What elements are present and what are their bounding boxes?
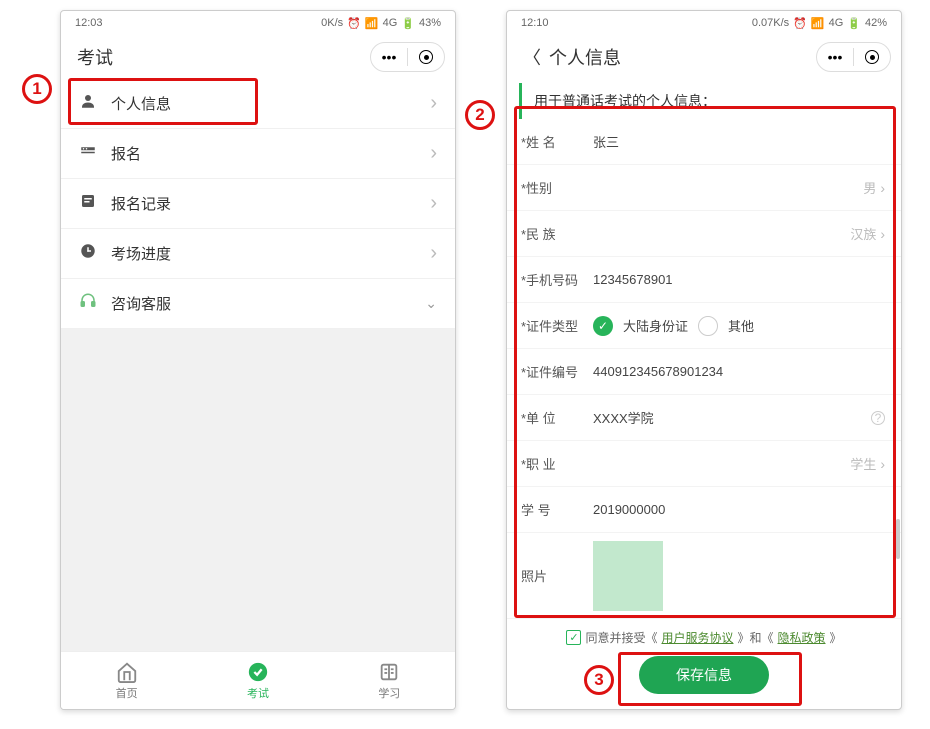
- nav-exam[interactable]: 考试: [192, 652, 323, 709]
- terms-link[interactable]: 用户服务协议: [661, 629, 733, 646]
- chevron-right-icon: ›: [430, 192, 437, 215]
- home-icon: [116, 661, 138, 683]
- chevron-right-icon: ›: [430, 92, 437, 115]
- form-subheader: 用于普通话考试的个人信息：: [519, 83, 889, 119]
- menu-item-signup[interactable]: 报名 ›: [61, 129, 455, 179]
- wifi-icon: 📶: [811, 17, 825, 30]
- field-idno[interactable]: *证件编号 440912345678901234: [507, 349, 901, 395]
- capsule-close[interactable]: [408, 50, 444, 64]
- capsule-close[interactable]: [854, 50, 890, 64]
- nav-study[interactable]: 学习: [324, 652, 455, 709]
- alarm-icon: ⏰: [793, 17, 807, 30]
- field-gender[interactable]: *性别 男 ›: [507, 165, 901, 211]
- back-icon[interactable]: 〈: [523, 44, 541, 70]
- battery-icon: 🔋: [401, 17, 415, 30]
- phone-icon: [79, 142, 101, 165]
- wechat-capsule[interactable]: •••: [370, 42, 445, 72]
- field-photo[interactable]: 照片: [507, 533, 901, 619]
- person-icon: [79, 92, 101, 115]
- phone-right: 12:10 0.07K/s ⏰ 📶 4G 🔋 42% 〈 个人信息 ••• 用于…: [506, 10, 902, 710]
- menu-item-records[interactable]: 报名记录 ›: [61, 179, 455, 229]
- menu-item-personal[interactable]: 个人信息 ›: [61, 79, 455, 129]
- info-form: *姓 名 张三 *性别 男 › *民 族 汉族 › *手机号码 12345678…: [507, 119, 901, 619]
- content-empty: [61, 329, 455, 651]
- photo-thumbnail[interactable]: [593, 541, 663, 611]
- target-icon: [419, 50, 433, 64]
- app-header: 〈 个人信息 •••: [507, 35, 901, 79]
- chevron-right-icon: ›: [430, 242, 437, 265]
- menu-item-support[interactable]: 咨询客服 ⌄: [61, 279, 455, 329]
- status-time: 12:10: [521, 17, 549, 29]
- page-title: 个人信息: [549, 44, 621, 70]
- status-time: 12:03: [75, 17, 103, 29]
- callout-3: 3: [584, 665, 614, 695]
- wechat-capsule[interactable]: •••: [816, 42, 891, 72]
- scroll-indicator[interactable]: [896, 519, 900, 559]
- clock-icon: [79, 242, 101, 265]
- privacy-link[interactable]: 隐私政策: [778, 629, 826, 646]
- app-header: 考试 •••: [61, 35, 455, 79]
- field-studentid[interactable]: 学 号 2019000000: [507, 487, 901, 533]
- nav-home[interactable]: 首页: [61, 652, 192, 709]
- help-icon[interactable]: ?: [871, 411, 885, 425]
- menu-list: 个人信息 › 报名 › 报名记录 › 考场进度 ›: [61, 79, 455, 329]
- field-idtype[interactable]: *证件类型 ✓ 大陆身份证 其他: [507, 303, 901, 349]
- agree-row: ✓ 同意并接受《用户服务协议》和《隐私政策》: [507, 619, 901, 652]
- phone-left: 12:03 0K/s ⏰ 📶 4G 🔋 43% 考试 ••• 个人信息 ›: [60, 10, 456, 710]
- field-org[interactable]: *单 位 XXXX学院 ?: [507, 395, 901, 441]
- book-icon: [378, 661, 400, 683]
- exam-icon: [247, 661, 269, 683]
- callout-1: 1: [22, 74, 52, 104]
- radio-idcard[interactable]: ✓: [593, 316, 613, 336]
- field-name[interactable]: *姓 名 张三: [507, 119, 901, 165]
- status-bar: 12:03 0K/s ⏰ 📶 4G 🔋 43%: [61, 11, 455, 35]
- status-right: 0.07K/s ⏰ 📶 4G 🔋 42%: [752, 17, 887, 30]
- field-phone[interactable]: *手机号码 12345678901: [507, 257, 901, 303]
- bottom-nav: 首页 考试 学习: [61, 651, 455, 709]
- target-icon: [865, 50, 879, 64]
- save-button[interactable]: 保存信息: [639, 656, 769, 694]
- capsule-more[interactable]: •••: [817, 49, 853, 65]
- chevron-right-icon: ›: [430, 142, 437, 165]
- status-bar: 12:10 0.07K/s ⏰ 📶 4G 🔋 42%: [507, 11, 901, 35]
- wifi-icon: 📶: [365, 17, 379, 30]
- field-job[interactable]: *职 业 学生 ›: [507, 441, 901, 487]
- page-title: 考试: [77, 44, 113, 70]
- chevron-right-icon: ›: [880, 456, 885, 472]
- chevron-right-icon: ›: [880, 180, 885, 196]
- agree-checkbox[interactable]: ✓: [566, 630, 581, 645]
- battery-icon: 🔋: [847, 17, 861, 30]
- callout-2: 2: [465, 100, 495, 130]
- records-icon: [79, 192, 101, 215]
- alarm-icon: ⏰: [347, 17, 361, 30]
- capsule-more[interactable]: •••: [371, 49, 407, 65]
- headset-icon: [79, 292, 101, 315]
- radio-other[interactable]: [698, 316, 718, 336]
- menu-item-progress[interactable]: 考场进度 ›: [61, 229, 455, 279]
- chevron-right-icon: ›: [880, 226, 885, 242]
- field-ethnic[interactable]: *民 族 汉族 ›: [507, 211, 901, 257]
- chevron-down-icon: ⌄: [425, 295, 437, 312]
- status-right: 0K/s ⏰ 📶 4G 🔋 43%: [321, 17, 441, 30]
